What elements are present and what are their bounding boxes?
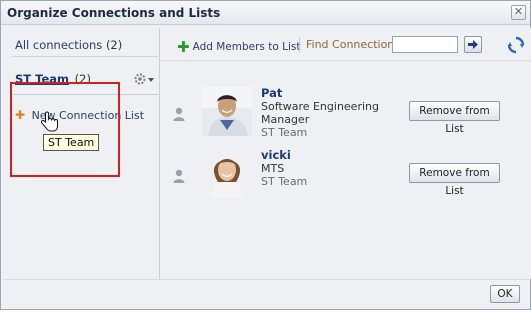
member-title: MTS xyxy=(261,162,285,175)
member-title: Software Engineering xyxy=(261,100,379,113)
toolbar-separator xyxy=(299,37,300,53)
all-connections-link[interactable]: All connections (2) xyxy=(15,38,122,52)
presence-icon xyxy=(173,107,185,121)
add-members-button[interactable]: ✚ Add Members to List xyxy=(177,38,300,56)
member-row: Pat Software Engineering Manager ST Team… xyxy=(160,86,531,141)
gear-icon xyxy=(134,73,154,85)
divider xyxy=(12,56,158,57)
list-actions-menu-button[interactable] xyxy=(133,72,155,86)
add-members-label: Add Members to List xyxy=(192,41,301,53)
remove-from-list-button[interactable]: Remove from List xyxy=(409,163,500,197)
arrow-right-icon xyxy=(468,40,478,49)
presence-icon xyxy=(173,169,185,183)
organize-connections-dialog: Organize Connections and Lists ✕ All con… xyxy=(0,0,531,310)
member-name-link[interactable]: vicki xyxy=(261,148,291,162)
find-connection-label: Find Connection xyxy=(306,38,395,51)
avatar xyxy=(202,86,252,136)
members-pane: ✚ Add Members to List Find Connection Pa… xyxy=(159,28,531,279)
find-go-button[interactable] xyxy=(464,36,482,53)
all-connections-label: All connections xyxy=(15,38,103,52)
divider xyxy=(160,60,531,61)
add-icon: ✚ xyxy=(177,38,190,56)
members-toolbar: ✚ Add Members to List Find Connection xyxy=(160,28,531,60)
member-row: vicki MTS ST Team Remove from List xyxy=(160,148,531,203)
find-connection-input[interactable] xyxy=(392,36,458,53)
refresh-button[interactable] xyxy=(507,36,525,54)
member-name-link[interactable]: Pat xyxy=(261,86,282,100)
dialog-titlebar: Organize Connections and Lists ✕ xyxy=(1,1,530,25)
remove-from-list-button[interactable]: Remove from List xyxy=(409,101,500,135)
chevron-down-icon xyxy=(148,78,154,82)
dialog-title: Organize Connections and Lists xyxy=(7,6,221,20)
tooltip: ST Team xyxy=(43,134,100,151)
all-connections-count: (2) xyxy=(105,38,123,52)
refresh-icon xyxy=(507,36,525,54)
lists-pane: All connections (2) ST Team (2) ✚ New Co… xyxy=(4,28,158,279)
close-icon: ✕ xyxy=(513,5,524,18)
ok-button[interactable]: OK xyxy=(490,285,520,303)
member-title-line2: Manager xyxy=(261,113,310,126)
highlight-annotation xyxy=(10,82,120,177)
avatar xyxy=(202,148,252,198)
member-list-name: ST Team xyxy=(261,175,308,188)
close-button[interactable]: ✕ xyxy=(511,5,526,20)
hand-cursor-icon xyxy=(40,111,58,132)
divider xyxy=(4,279,529,280)
member-list-name: ST Team xyxy=(261,126,308,139)
